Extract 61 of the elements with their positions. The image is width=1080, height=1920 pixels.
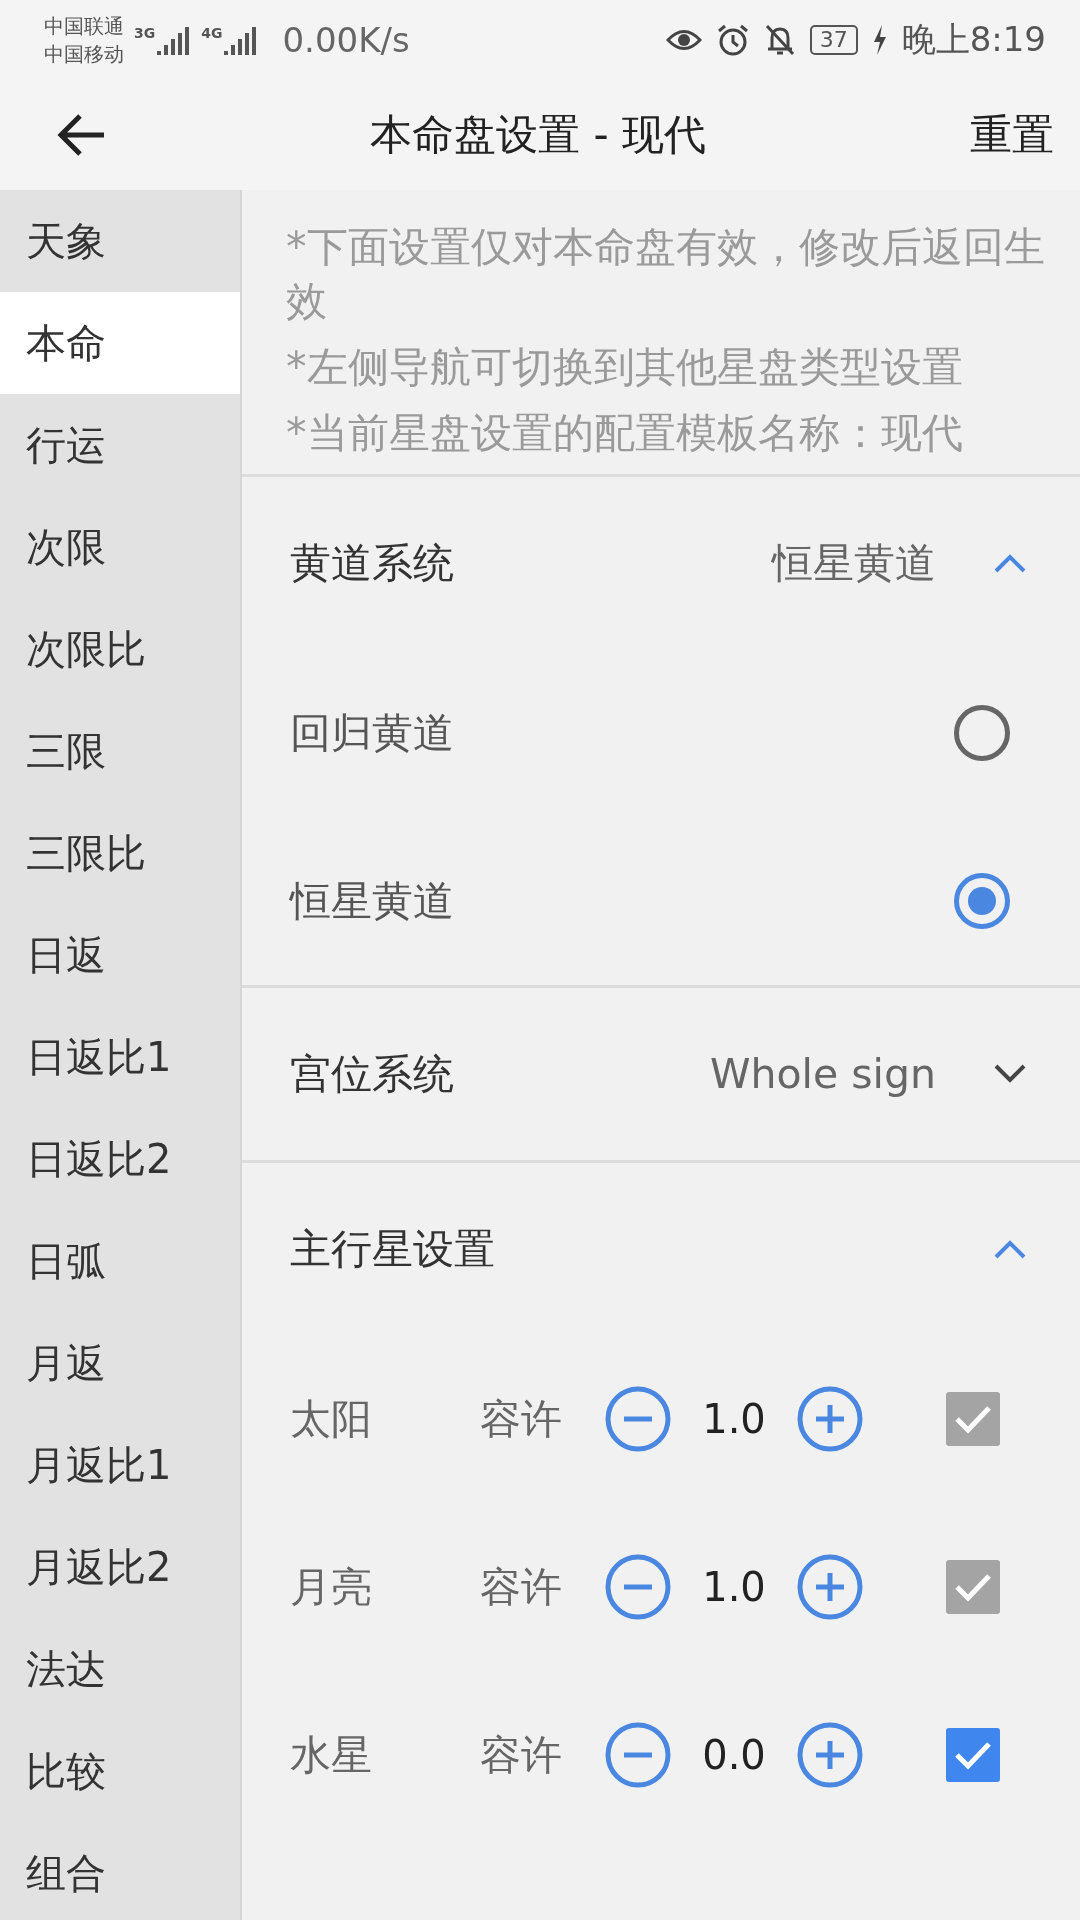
bell-off-icon xyxy=(763,23,796,57)
section-title: 黄道系统 xyxy=(290,537,455,589)
note-text: *左侧导航可切换到其他星盘类型设置 xyxy=(286,342,964,393)
option-label: 回归黄道 xyxy=(290,707,455,759)
sidebar-item[interactable]: 本命 xyxy=(0,292,240,394)
planet-name: 太阳 xyxy=(290,1393,373,1445)
planet-name: 水星 xyxy=(290,1729,373,1781)
network-label: 4G xyxy=(201,25,223,41)
battery-level: 37 xyxy=(809,25,858,55)
network-label: 3G xyxy=(134,25,156,41)
section-value: 恒星黄道 xyxy=(772,537,936,589)
radio-button[interactable] xyxy=(954,705,1010,761)
sidebar-item[interactable]: 日返比1 xyxy=(0,1006,240,1108)
minus-button[interactable] xyxy=(604,1385,672,1453)
sidebar-item[interactable]: 月返 xyxy=(0,1312,240,1414)
plus-button[interactable] xyxy=(796,1721,864,1789)
sidebar-item[interactable]: 月返比1 xyxy=(0,1414,240,1516)
note-text: *下面设置仅对本命盘有效，修改后返回生效 xyxy=(286,222,1046,327)
sidebar-item[interactable]: 三限 xyxy=(0,700,240,802)
sidebar-item[interactable]: 日返比2 xyxy=(0,1108,240,1210)
charging-icon xyxy=(871,25,888,55)
orb-value: 1.0 xyxy=(701,1396,767,1442)
network-speed: 0.00K/s xyxy=(282,20,410,60)
sidebar-item[interactable]: 三限比 xyxy=(0,802,240,904)
radio-button[interactable] xyxy=(954,873,1010,929)
planet-name: 月亮 xyxy=(290,1561,373,1613)
section-value: Whole sign xyxy=(709,1050,936,1098)
section-title: 宫位系统 xyxy=(290,1048,455,1100)
signal-icon xyxy=(157,25,192,55)
minus-button[interactable] xyxy=(604,1553,672,1621)
sidebar-item[interactable]: 日弧 xyxy=(0,1210,240,1312)
sidebar-item[interactable]: 日返 xyxy=(0,904,240,1006)
plus-button[interactable] xyxy=(796,1385,864,1453)
sidebar-item[interactable]: 天象 xyxy=(0,190,240,292)
sidebar-item[interactable]: 月返比2 xyxy=(0,1516,240,1618)
orb-label: 容许 xyxy=(480,1729,563,1781)
carrier-name: 中国移动 xyxy=(44,41,124,68)
orb-value: 0.0 xyxy=(701,1732,767,1778)
option-label: 恒星黄道 xyxy=(290,875,455,927)
sidebar-item[interactable]: 行运 xyxy=(0,394,240,496)
orb-label: 容许 xyxy=(480,1393,563,1445)
eye-icon xyxy=(665,27,702,53)
page-title: 本命盘设置 - 现代 xyxy=(369,109,707,161)
signal-icon xyxy=(224,25,259,55)
back-arrow-icon[interactable] xyxy=(56,112,106,158)
clock: 晚上8:19 xyxy=(901,18,1046,61)
carrier-name: 中国联通 xyxy=(44,13,124,40)
plus-button[interactable] xyxy=(796,1553,864,1621)
sidebar-item[interactable]: 比较 xyxy=(0,1720,240,1822)
sidebar-item[interactable]: 组合 xyxy=(0,1822,240,1920)
orb-label: 容许 xyxy=(480,1561,563,1613)
minus-button[interactable] xyxy=(604,1721,672,1789)
note-text: *当前星盘设置的配置模板名称：现代 xyxy=(286,408,964,459)
alarm-icon xyxy=(715,23,750,57)
reset-button[interactable]: 重置 xyxy=(970,107,1054,163)
section-title: 主行星设置 xyxy=(290,1223,496,1275)
checkbox[interactable] xyxy=(946,1728,1000,1782)
sidebar-item[interactable]: 次限比 xyxy=(0,598,240,700)
sidebar-item[interactable]: 法达 xyxy=(0,1618,240,1720)
orb-value: 1.0 xyxy=(701,1564,767,1610)
sidebar-item[interactable]: 次限 xyxy=(0,496,240,598)
